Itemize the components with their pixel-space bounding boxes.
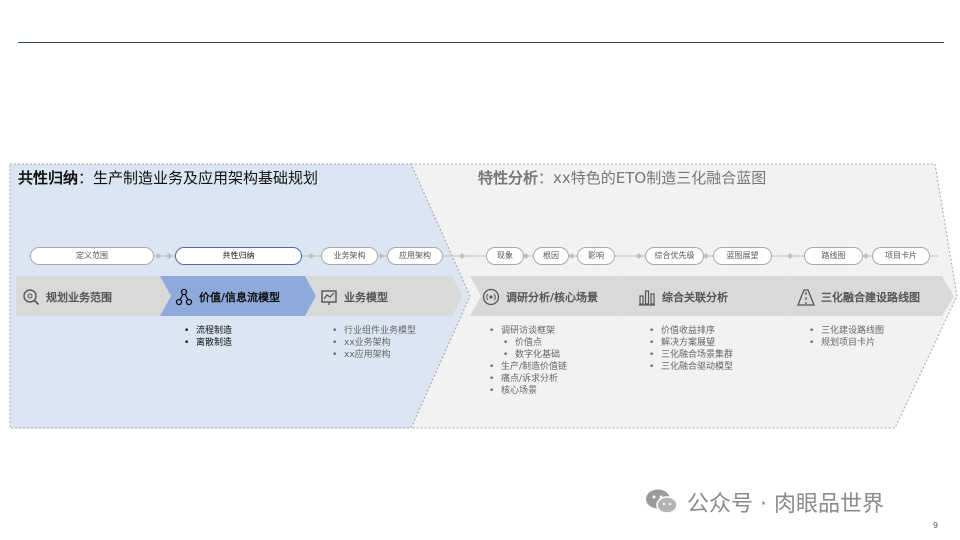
stage-research-label: 调研分析/核心场景 [506, 291, 599, 304]
list-item: 离散制造 [182, 337, 232, 349]
pill-business-architecture[interactable]: 业务架构 [321, 247, 378, 265]
stage-roadmap-label: 三化融合建设路线图 [821, 291, 920, 304]
list-item: 痛点/诉求分析 [487, 373, 567, 385]
chart-board-icon [321, 290, 337, 305]
watermark-text: 公众号 · 肉眼品世界 [687, 492, 884, 517]
list-item: 行业组件业务模型 [330, 325, 416, 337]
wechat-icon [646, 489, 678, 514]
list-item: 规划项目卡片 [807, 337, 884, 349]
pill-project-card[interactable]: 项目卡片 [872, 247, 930, 265]
pill-impact[interactable]: 影响 [577, 247, 615, 265]
pill-common-summary[interactable]: 共性归纳 [175, 247, 302, 265]
stage-value-flow-label: 价值/信息流模型 [199, 291, 281, 304]
list-item: 解决方案展望 [647, 337, 733, 349]
stage-correlation[interactable]: 综合关联分析 [638, 286, 728, 308]
pill-blueprint[interactable]: 蓝图展望 [713, 247, 772, 265]
pill-application-architecture[interactable]: 应用架构 [387, 247, 443, 265]
stage-scope[interactable]: 规划业务范围 [22, 286, 112, 308]
left-title-bold: 共性归纳 [18, 169, 79, 187]
background-shapes [9, 163, 958, 429]
search-gear-icon [23, 289, 40, 306]
stage-value-flow[interactable]: 价值/信息流模型 [175, 286, 280, 308]
left-title-rest: ：生产制造业务及应用架构基础规划 [78, 169, 319, 187]
roadmap-list: 三化建设路线图 规划项目卡片 [807, 325, 884, 349]
right-title-rest: ：xx特色的ETO制造三化融合蓝图 [538, 169, 767, 187]
pill-phenomenon[interactable]: 现象 [486, 247, 524, 265]
page-number: 9 [933, 521, 939, 530]
list-item: 调研访谈框架 [487, 325, 567, 337]
stage-research[interactable]: 调研分析/核心场景 [482, 286, 598, 308]
network-icon [175, 288, 193, 306]
left-section-title: 共性归纳：生产制造业务及应用架构基础规划 [18, 167, 318, 188]
stage-roadmap[interactable]: 三化融合建设路线图 [797, 286, 920, 308]
bar-chart-icon [639, 290, 655, 306]
correlation-list: 价值收益排序 解决方案展望 三化融合场景集群 三化融合驱动模型 [647, 325, 733, 373]
list-item: 流程制造 [182, 325, 232, 337]
list-item: xx应用架构 [330, 349, 416, 361]
stage-scope-label: 规划业务范围 [46, 291, 112, 304]
list-item: 三化建设路线图 [807, 325, 884, 337]
pill-root-cause[interactable]: 根因 [533, 247, 569, 265]
list-item: 生产/制造价值链 [487, 361, 567, 373]
list-item: 三化融合场景集群 [647, 349, 733, 361]
list-sub-item: 价值点 [487, 337, 567, 349]
list-item: xx业务架构 [330, 337, 416, 349]
research-list: 调研访谈框架 价值点 数字化基础 生产/制造价值链 痛点/诉求分析 核心场景 [487, 325, 567, 397]
watermark: 公众号 · 肉眼品世界 [645, 486, 884, 518]
right-section-title: 特性分析：xx特色的ETO制造三化融合蓝图 [478, 167, 766, 188]
pill-roadmap[interactable]: 路线图 [804, 247, 863, 265]
broadcast-icon [482, 288, 500, 306]
stage-business-model-label: 业务模型 [344, 291, 388, 304]
road-icon [797, 289, 815, 306]
value-flow-list: 流程制造 离散制造 [182, 325, 232, 349]
list-item: 核心场景 [487, 385, 567, 397]
list-item: 价值收益排序 [647, 325, 733, 337]
pill-priority[interactable]: 综合优先级 [645, 247, 704, 265]
list-item: 三化融合驱动模型 [647, 361, 733, 373]
stage-correlation-label: 综合关联分析 [662, 291, 728, 304]
business-model-list: 行业组件业务模型 xx业务架构 xx应用架构 [330, 325, 416, 361]
right-title-bold: 特性分析 [478, 169, 539, 187]
pill-define-scope[interactable]: 定义范围 [30, 247, 154, 265]
list-sub-item: 数字化基础 [487, 349, 567, 361]
stage-business-model[interactable]: 业务模型 [320, 286, 388, 308]
